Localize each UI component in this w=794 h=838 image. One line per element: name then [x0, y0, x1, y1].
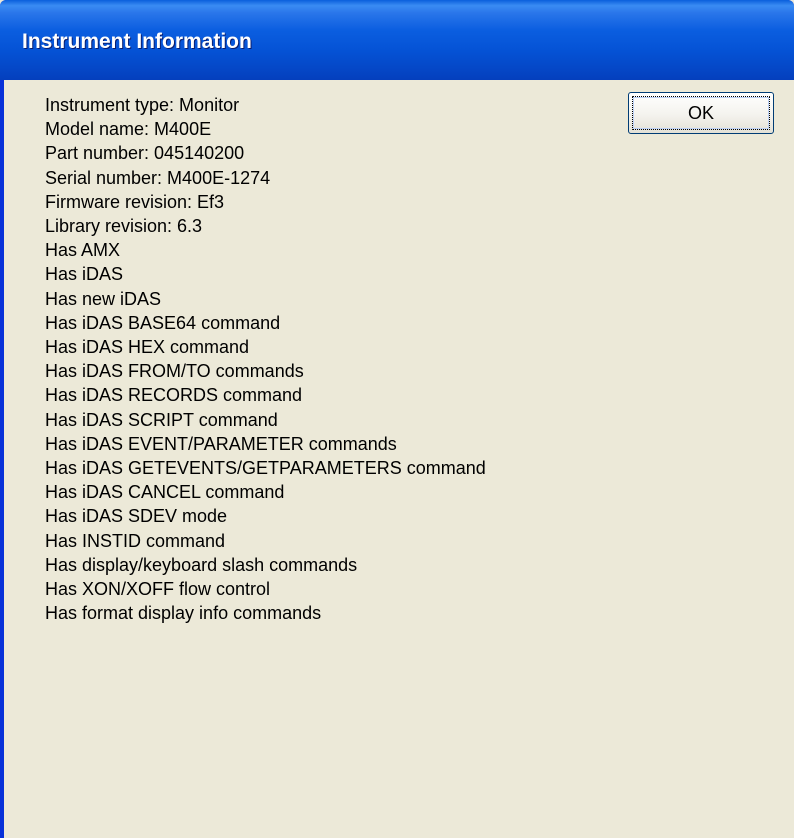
info-line-serial-number: Serial number: M400E-1274 — [45, 167, 271, 188]
info-line-idas-records: Has iDAS RECORDS command — [45, 385, 303, 406]
info-line-has-idas: Has iDAS — [45, 264, 124, 285]
ok-button-label: OK — [632, 96, 770, 130]
info-line-display-keyboard-slash: Has display/keyboard slash commands — [45, 554, 358, 575]
info-line-idas-script: Has iDAS SCRIPT command — [45, 409, 278, 430]
info-line-idas-sdev: Has iDAS SDEV mode — [45, 506, 228, 527]
info-line-idas-getevents-getparameters: Has iDAS GETEVENTS/GETPARAMETERS command — [45, 458, 486, 479]
window-title: Instrument Information — [22, 30, 252, 53]
info-line-has-new-idas: Has new iDAS — [45, 288, 162, 309]
info-line-format-display-info: Has format display info commands — [45, 603, 322, 624]
ok-button[interactable]: OK — [628, 92, 774, 134]
info-line-model-name: Model name: M400E — [45, 119, 212, 140]
info-line-xon-xoff: Has XON/XOFF flow control — [45, 579, 271, 600]
info-line-part-number: Part number: 045140200 — [45, 143, 245, 164]
info-line-has-amx: Has AMX — [45, 240, 121, 261]
instrument-info-list: Instrument type: Monitor Model name: M40… — [45, 93, 486, 625]
info-line-idas-hex: Has iDAS HEX command — [45, 337, 250, 358]
info-line-instid: Has INSTID command — [45, 530, 226, 551]
info-line-idas-cancel: Has iDAS CANCEL command — [45, 482, 285, 503]
info-line-instrument-type: Instrument type: Monitor — [45, 95, 240, 115]
info-line-idas-event-parameter: Has iDAS EVENT/PARAMETER commands — [45, 433, 397, 454]
info-line-firmware-revision: Firmware revision: Ef3 — [45, 191, 225, 212]
instrument-information-dialog: Instrument Information Instrument type: … — [0, 0, 794, 838]
info-line-idas-base64: Has iDAS BASE64 command — [45, 312, 281, 333]
dialog-content: Instrument type: Monitor Model name: M40… — [4, 80, 794, 838]
title-bar[interactable]: Instrument Information — [0, 0, 794, 80]
info-line-library-revision: Library revision: 6.3 — [45, 216, 203, 237]
info-line-idas-from-to: Has iDAS FROM/TO commands — [45, 361, 304, 382]
